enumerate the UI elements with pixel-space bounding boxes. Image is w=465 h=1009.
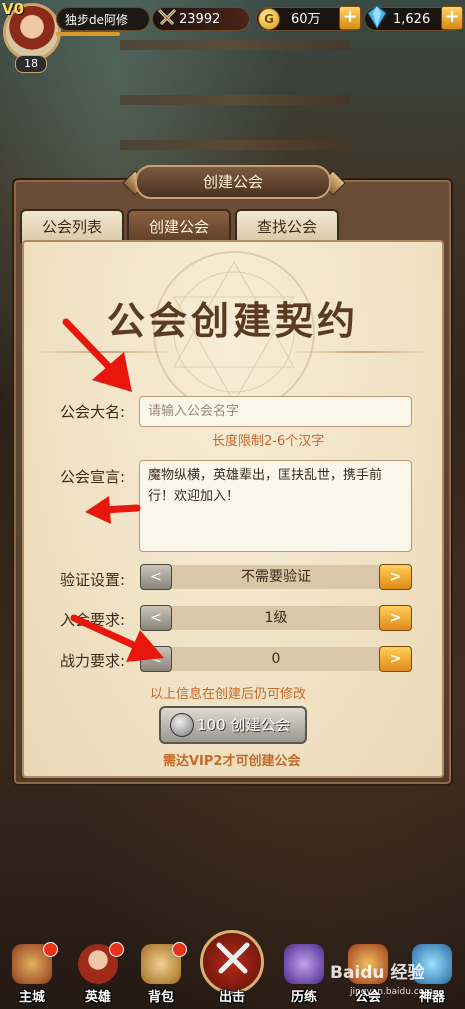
verify-prev-button[interactable]: < [140,564,172,590]
watermark: Baidu 经验 [330,963,425,983]
bookshelf-decor [120,140,350,150]
crossed-swords-icon [157,8,177,26]
red-arrow-icon [62,318,132,392]
edit-note: 以上信息在创建后仍可修改 [150,687,307,702]
nav-main-city[interactable]: 主城 [4,942,60,1006]
top-status-bar: V0 18 独步de阿修 23992 60万 G + 1,626 + [0,0,465,73]
tab-guild-list[interactable]: 公会列表 [20,209,124,243]
guild-name-label: 公会大名: [60,403,126,421]
declaration-label: 公会宣言: [60,468,126,486]
nav-heroes[interactable]: 英雄 [70,942,126,1006]
guild-name-input[interactable] [139,396,412,427]
red-arrow-icon [85,496,141,524]
name-length-hint: 长度限制2-6个汉字 [212,434,325,449]
tower-icon [284,944,324,984]
nav-label: 历练 [290,990,317,1005]
tab-search-guild[interactable]: 查找公会 [235,209,339,243]
vip-requirement-note: 需达VIP2才可创建公会 [163,754,301,769]
notification-dot [43,942,58,957]
nav-trials[interactable]: 历练 [276,944,332,1006]
nav-label: 背包 [147,990,174,1005]
nav-bag[interactable]: 背包 [133,942,189,1006]
nav-label: 英雄 [84,990,111,1005]
verify-value: 不需要验证 [140,565,412,589]
add-gold-button[interactable]: + [339,6,361,30]
declaration-textarea[interactable] [139,460,412,552]
nav-attack[interactable]: 出击 [204,944,260,1006]
gem-icon [367,5,387,29]
notification-dot [172,942,187,957]
power-next-button[interactable]: > [379,646,412,672]
join-next-button[interactable]: > [379,605,412,631]
verify-next-button[interactable]: > [379,564,412,590]
bookshelf-decor [120,95,350,105]
player-name: 独步de阿修 [56,7,150,31]
divider-right [292,351,432,353]
vip-level: V0 [2,0,25,18]
tab-create-guild[interactable]: 创建公会 [127,209,231,243]
player-level-badge: 18 [15,55,47,73]
notification-dot [109,942,124,957]
power-requirement-value: 0 [140,647,412,671]
dialog-title: 创建公会 [135,165,331,199]
join-requirement-value: 1级 [140,606,412,630]
verify-label: 验证设置: [60,571,126,589]
nav-label: 主城 [18,990,45,1005]
add-gem-button[interactable]: + [441,6,463,30]
nav-label: 出击 [218,990,245,1005]
silver-coin-icon [170,713,194,737]
red-arrow-icon [70,614,164,662]
gold-coin-icon: G [258,8,280,30]
bookshelf-decor [120,40,350,50]
xp-bar [56,32,120,36]
watermark-url: jingyan.baidu.com [350,987,434,997]
